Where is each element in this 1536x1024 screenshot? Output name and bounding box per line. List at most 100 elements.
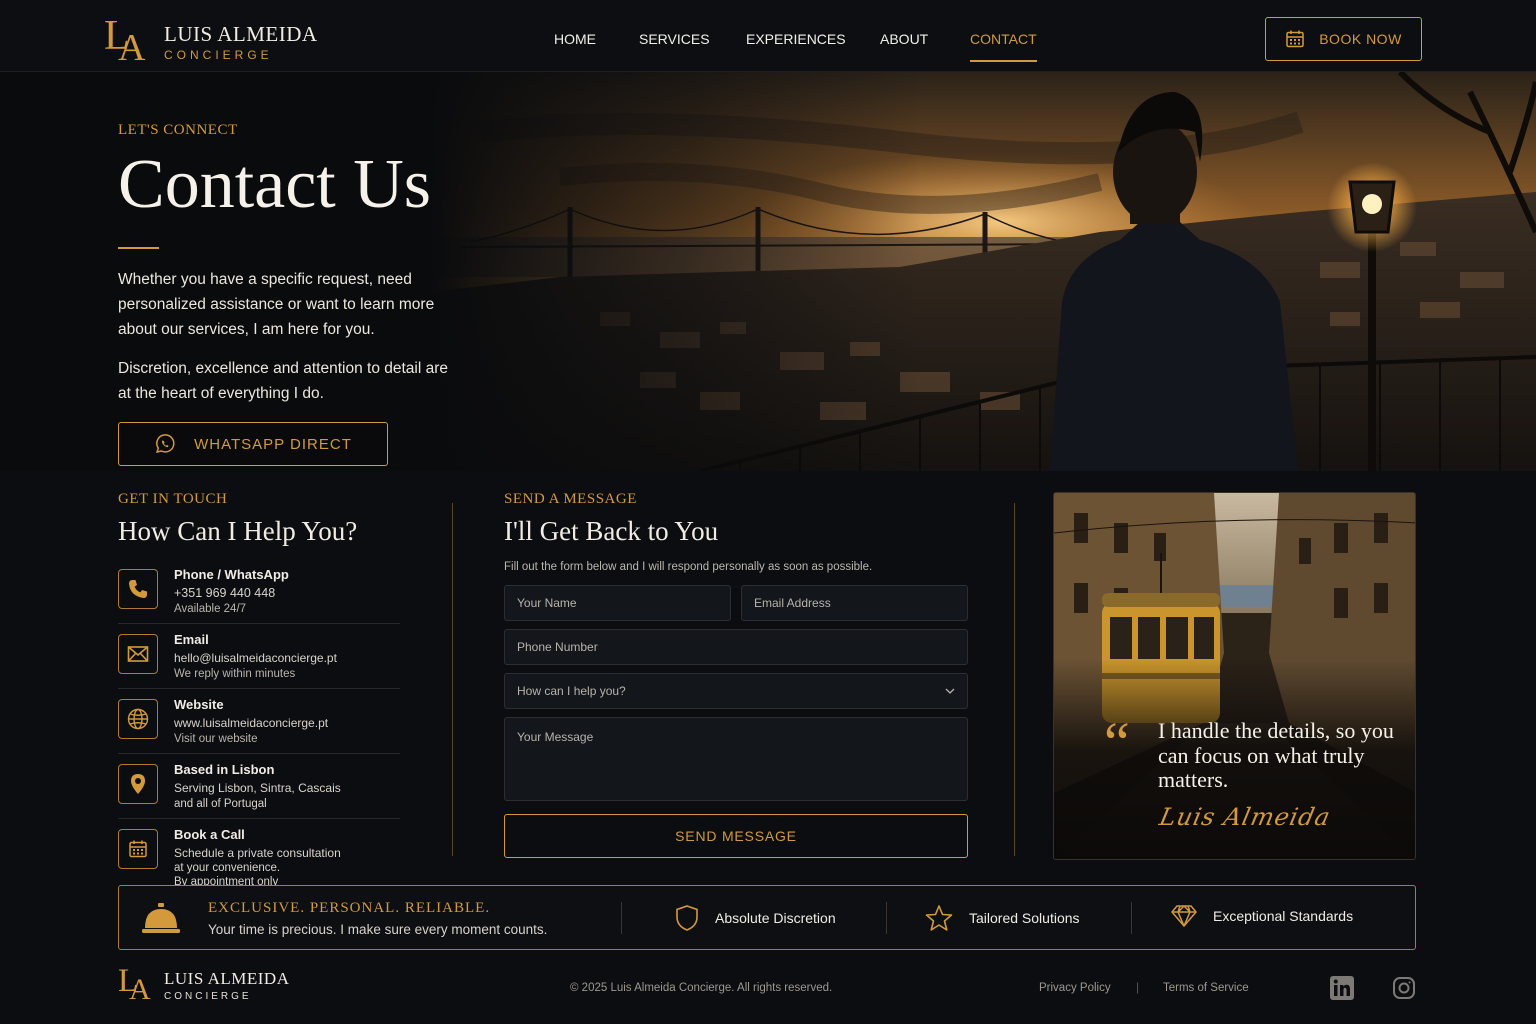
instagram-icon[interactable] xyxy=(1392,976,1416,1000)
contact-item-location[interactable]: Based in Lisbon Serving Lisbon, Sintra, … xyxy=(118,754,400,819)
help-select-value: How can I help you? xyxy=(517,684,626,698)
contact-item-heading: Book a Call xyxy=(174,827,245,842)
privacy-link[interactable]: Privacy Policy xyxy=(1039,982,1111,994)
whatsapp-button[interactable]: WHATSAPP DIRECT xyxy=(118,422,388,466)
footer-brand-text: LUIS ALMEIDA CONCIERGE xyxy=(164,969,290,1003)
form-title: I'll Get Back to You xyxy=(504,516,719,546)
contact-item-value: Schedule a private consultation xyxy=(174,846,341,860)
nav-contact[interactable]: CONTACT xyxy=(970,0,1037,72)
contact-item-website[interactable]: Website www.luisalmeidaconcierge.pt Visi… xyxy=(118,689,400,754)
band-subtitle: Your time is precious. I make sure every… xyxy=(208,922,548,937)
diamond-icon xyxy=(1171,905,1197,927)
hero-paragraph-1: Whether you have a specific request, nee… xyxy=(118,271,435,338)
message-textarea[interactable]: Your Message xyxy=(504,717,968,801)
signature: Luis Almeida xyxy=(1157,802,1334,831)
feature-discretion: Absolute Discretion xyxy=(675,904,836,932)
quote-mark: “ xyxy=(1104,710,1130,775)
contact-item-heading: Website xyxy=(174,697,224,712)
send-message-button[interactable]: SEND MESSAGE xyxy=(504,814,968,858)
hero-eyebrow: LET'S CONNECT xyxy=(118,122,238,138)
monogram-a: A xyxy=(129,973,151,1006)
brand-tagline: CONCIERGE xyxy=(164,47,273,62)
contact-item-note: Available 24/7 xyxy=(174,603,247,615)
copyright: © 2025 Luis Almeida Concierge. All right… xyxy=(570,982,833,994)
hero-section: LET'S CONNECT Contact Us Whether you hav… xyxy=(0,72,1536,471)
phone-icon xyxy=(118,569,158,609)
band-divider xyxy=(886,902,887,934)
contact-item-value: +351 969 440 448 xyxy=(174,586,276,600)
contact-list: Phone / WhatsApp +351 969 440 448 Availa… xyxy=(118,559,400,896)
hero-paragraph-2: Discretion, excellence and attention to … xyxy=(118,360,449,402)
monogram-icon: L A xyxy=(118,963,154,1006)
contact-item-note: We reply within minutes xyxy=(174,668,296,680)
contact-item-note: and all of Portugal xyxy=(174,798,267,810)
quote-block: “ I handle the details, so you can focus… xyxy=(1104,710,1398,831)
footer-brand-tagline: CONCIERGE xyxy=(164,991,252,1002)
contact-item-note: Visit our website xyxy=(174,733,258,745)
star-icon xyxy=(925,905,953,931)
contact-title: How Can I Help You? xyxy=(118,516,358,546)
site-header: L A LUIS ALMEIDA CONCIERGE HOME SERVICES… xyxy=(0,0,1536,72)
calendar-icon xyxy=(1286,30,1304,48)
feature-label: Absolute Discretion xyxy=(715,910,836,926)
whatsapp-label: WHATSAPP DIRECT xyxy=(194,435,352,453)
form-eyebrow: SEND A MESSAGE xyxy=(504,491,637,507)
footer-brand-name: LUIS ALMEIDA xyxy=(164,969,290,988)
column-divider xyxy=(1014,503,1015,856)
monogram-a: A xyxy=(118,27,146,69)
footer-logo[interactable]: L A LUIS ALMEIDA CONCIERGE xyxy=(118,963,290,1006)
form-subtitle: Fill out the form below and I will respo… xyxy=(504,561,873,573)
column-divider xyxy=(452,503,453,856)
book-now-label: BOOK NOW xyxy=(1319,31,1402,47)
calendar-icon xyxy=(118,829,158,869)
contact-item-value: www.luisalmeidaconcierge.pt xyxy=(174,716,329,730)
contact-item-value: hello@luisalmeidaconcierge.pt xyxy=(174,651,337,665)
main-nav: HOME SERVICES EXPERIENCES ABOUT CONTACT xyxy=(554,0,1037,72)
brand-logo[interactable]: L A LUIS ALMEIDA CONCIERGE xyxy=(104,13,318,69)
contact-eyebrow: GET IN TOUCH xyxy=(118,491,228,507)
monogram-icon: L A xyxy=(104,13,152,69)
book-now-button[interactable]: BOOK NOW xyxy=(1265,17,1422,61)
email-input[interactable]: Email Address xyxy=(741,585,968,621)
nav-about[interactable]: ABOUT xyxy=(880,0,970,72)
nav-experiences[interactable]: EXPERIENCES xyxy=(746,0,880,72)
mail-icon xyxy=(118,634,158,674)
band-title: EXCLUSIVE. PERSONAL. RELIABLE. xyxy=(208,900,491,916)
whatsapp-icon xyxy=(155,434,175,454)
hero-text: LET'S CONNECT Contact Us Whether you hav… xyxy=(118,122,458,466)
shield-icon xyxy=(676,905,698,931)
terms-link[interactable]: Terms of Service xyxy=(1163,982,1249,994)
name-input[interactable]: Your Name xyxy=(504,585,731,621)
contact-info-section: GET IN TOUCH How Can I Help You? Phone /… xyxy=(118,491,400,896)
contact-item-phone[interactable]: Phone / WhatsApp +351 969 440 448 Availa… xyxy=(118,559,400,624)
map-pin-icon xyxy=(118,764,158,804)
values-band: EXCLUSIVE. PERSONAL. RELIABLE. Your time… xyxy=(118,885,1416,950)
form-row: Your Name Email Address xyxy=(504,585,968,621)
help-select[interactable]: How can I help you? xyxy=(504,673,968,709)
chevron-down-icon xyxy=(945,688,955,694)
concierge-bell-icon xyxy=(142,903,180,933)
feature-label: Exceptional Standards xyxy=(1213,908,1354,924)
contact-item-email[interactable]: Email hello@luisalmeidaconcierge.pt We r… xyxy=(118,624,400,689)
band-divider xyxy=(621,902,622,934)
band-divider xyxy=(1131,902,1132,934)
contact-item-heading: Based in Lisbon xyxy=(174,762,275,777)
feature-standards: Exceptional Standards xyxy=(1171,904,1353,928)
footer-separator: | xyxy=(1136,980,1140,994)
page-title: Contact Us xyxy=(118,146,432,223)
contact-item-heading: Phone / WhatsApp xyxy=(174,567,289,582)
nav-home[interactable]: HOME xyxy=(554,0,639,72)
title-divider xyxy=(118,247,159,249)
quote-card: “ I handle the details, so you can focus… xyxy=(1053,492,1416,860)
contact-item-heading: Email xyxy=(174,632,209,647)
phone-input[interactable]: Phone Number xyxy=(504,629,968,665)
contact-item-value-2: at your convenience. xyxy=(174,862,281,874)
contact-form-section: SEND A MESSAGE I'll Get Back to You Fill… xyxy=(504,491,968,858)
brand-name: LUIS ALMEIDA xyxy=(164,21,318,46)
feature-label: Tailored Solutions xyxy=(969,910,1080,926)
linkedin-icon[interactable] xyxy=(1330,976,1354,1000)
quote-text: I handle the details, so you can focus o… xyxy=(1158,718,1394,792)
brand-text: LUIS ALMEIDA CONCIERGE xyxy=(164,23,318,62)
contact-item-value: Serving Lisbon, Sintra, Cascais xyxy=(174,781,341,795)
nav-services[interactable]: SERVICES xyxy=(639,0,746,72)
